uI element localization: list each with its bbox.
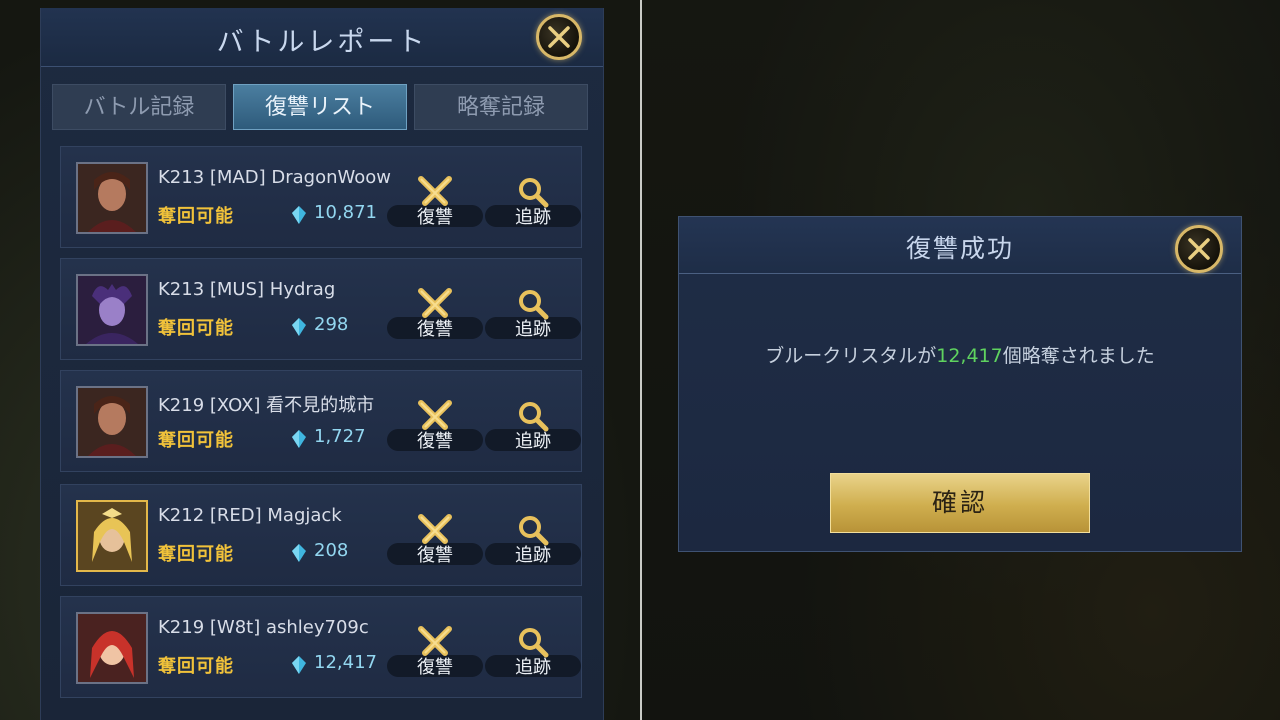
crystal-amount: 1,727 [314,426,366,447]
close-icon [1188,238,1210,260]
plundered-amount: 12,417 [936,345,1003,367]
revenge-button[interactable]: 復讐 [387,513,483,569]
crystal-amount: 12,417 [314,652,377,673]
revenge-label: 復讐 [417,319,453,340]
tab-revenge-list[interactable]: 復讐リスト [233,84,407,130]
player-name: K219 [XOX] 看不見的城市 [158,395,375,416]
track-button[interactable]: 追跡 [485,399,581,455]
track-label: 追跡 [515,431,551,452]
revenge-label: 復讐 [417,431,453,452]
player-name: K213 [MAD] DragonWoow [158,167,391,188]
tab-plunder-record[interactable]: 略奪記録 [414,84,588,130]
revenge-button[interactable]: 復讐 [387,399,483,455]
revenge-label: 復讐 [417,207,453,228]
crystal-amount: 298 [314,314,349,335]
horned-sorceress-portrait-icon[interactable] [76,274,148,346]
list-item: K219 [W8t] ashley709c 奪回可能 12,417 復讐 追跡 [60,596,582,698]
message-prefix: ブルークリスタルが [765,345,937,367]
right-pane: 復讐成功 ブルークリスタルが12,417個略奪されました 確認 [642,0,1280,720]
status-label: 奪回可能 [158,656,234,677]
confirm-button[interactable]: 確認 [830,473,1090,533]
blue-crystal-icon [292,318,306,336]
list-item: K212 [RED] Magjack 奪回可能 208 復讐 追跡 [60,484,582,586]
player-name: K213 [MUS] Hydrag [158,279,336,300]
status-label: 奪回可能 [158,206,234,227]
track-button[interactable]: 追跡 [485,625,581,681]
track-label: 追跡 [515,207,551,228]
track-button[interactable]: 追跡 [485,175,581,231]
close-button[interactable] [536,14,582,60]
tab-battle-record[interactable]: バトル記録 [52,84,226,130]
left-pane: バトルレポート バトル記録 復讐リスト 略奪記録 K213 [MAD] Drag… [0,0,640,720]
track-button[interactable]: 追跡 [485,287,581,343]
status-label: 奪回可能 [158,318,234,339]
track-label: 追跡 [515,319,551,340]
panel-header: バトルレポート [41,8,603,67]
revenge-label: 復讐 [417,545,453,566]
dialog-message: ブルークリスタルが12,417個略奪されました [679,341,1241,368]
message-suffix: 個略奪されました [1002,345,1155,367]
revenge-button[interactable]: 復讐 [387,625,483,681]
track-button[interactable]: 追跡 [485,513,581,569]
male-portrait-icon[interactable] [76,162,148,234]
revenge-button[interactable]: 復讐 [387,287,483,343]
track-label: 追跡 [515,657,551,678]
track-label: 追跡 [515,545,551,566]
close-icon [548,26,570,48]
player-name: K219 [W8t] ashley709c [158,617,369,638]
status-label: 奪回可能 [158,430,234,451]
panel-title: バトルレポート [216,27,428,58]
revenge-button[interactable]: 復讐 [387,175,483,231]
dialog-header: 復讐成功 [679,217,1241,274]
blue-crystal-icon [292,206,306,224]
blue-crystal-icon [292,544,306,562]
revenge-success-dialog: 復讐成功 ブルークリスタルが12,417個略奪されました 確認 [678,216,1242,552]
player-name: K212 [RED] Magjack [158,505,342,526]
blue-crystal-icon [292,430,306,448]
blonde-heroine-portrait-icon[interactable] [76,500,148,572]
dialog-close-button[interactable] [1175,225,1223,273]
male-portrait-icon[interactable] [76,386,148,458]
list-item: K213 [MAD] DragonWoow 奪回可能 10,871 復讐 追跡 [60,146,582,248]
blue-crystal-icon [292,656,306,674]
crystal-amount: 10,871 [314,202,377,223]
dialog-title: 復讐成功 [905,234,1014,263]
list-item: K213 [MUS] Hydrag 奪回可能 298 復讐 追跡 [60,258,582,360]
crystal-amount: 208 [314,540,349,561]
list-item: K219 [XOX] 看不見的城市 奪回可能 1,727 復讐 追跡 [60,370,582,472]
red-haired-girl-portrait-icon[interactable] [76,612,148,684]
revenge-label: 復讐 [417,657,453,678]
tab-bar: バトル記録 復讐リスト 略奪記録 [52,84,590,132]
status-label: 奪回可能 [158,544,234,565]
